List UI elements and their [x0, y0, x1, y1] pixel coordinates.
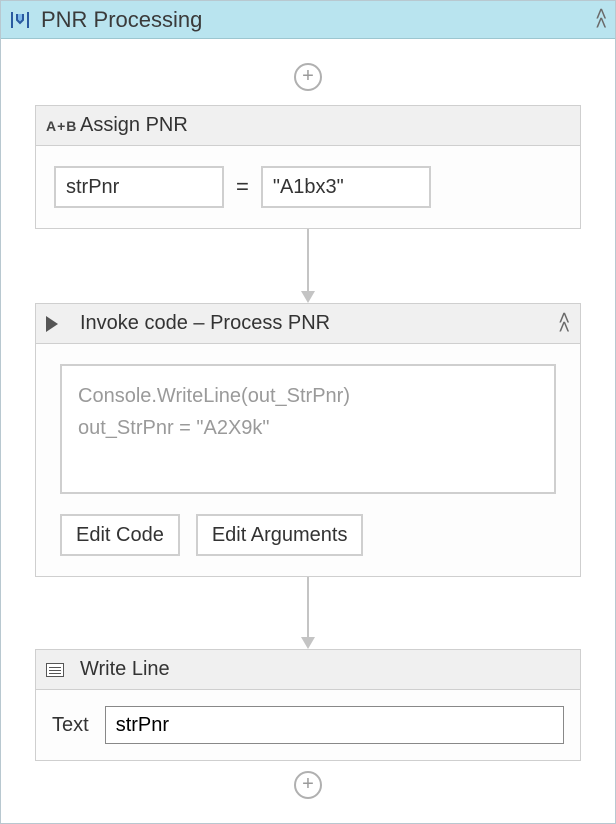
write-line-text-label: Text	[52, 714, 89, 737]
sequence-container: PNR Processing ˄˄ + A+B Assign PNR =	[0, 0, 616, 824]
write-line-title: Write Line	[80, 658, 570, 681]
sequence-header[interactable]: PNR Processing ˄˄	[1, 1, 615, 39]
collapse-header-icon[interactable]: ˄˄	[595, 11, 607, 29]
write-line-text-input[interactable]	[105, 706, 564, 744]
assign-body: =	[36, 146, 580, 228]
play-icon	[46, 316, 74, 332]
assign-activity-title: Assign PNR	[80, 114, 570, 137]
assign-icon: A+B	[46, 118, 74, 134]
code-preview[interactable]: Console.WriteLine(out_StrPnr) out_StrPnr…	[60, 364, 556, 494]
flow-arrow	[301, 577, 315, 649]
invoke-code-title: Invoke code – Process PNR	[80, 312, 558, 335]
invoke-code-header[interactable]: Invoke code – Process PNR ˄˄	[36, 304, 580, 344]
write-line-activity[interactable]: Write Line Text	[35, 649, 581, 761]
write-line-body: Text	[36, 690, 580, 760]
add-activity-top-button[interactable]: +	[294, 63, 322, 91]
invoke-code-activity[interactable]: Invoke code – Process PNR ˄˄ Console.Wri…	[35, 303, 581, 577]
assign-activity-header[interactable]: A+B Assign PNR	[36, 106, 580, 146]
equals-sign: =	[234, 174, 251, 200]
edit-arguments-button[interactable]: Edit Arguments	[196, 514, 364, 556]
add-activity-bottom-button[interactable]: +	[294, 771, 322, 799]
sequence-icon	[9, 9, 31, 31]
assign-variable-input[interactable]	[54, 166, 224, 208]
invoke-buttons-row: Edit Code Edit Arguments	[60, 514, 556, 556]
edit-code-button[interactable]: Edit Code	[60, 514, 180, 556]
assign-value-input[interactable]	[261, 166, 431, 208]
flow-arrow	[301, 229, 315, 303]
invoke-code-body: Console.WriteLine(out_StrPnr) out_StrPnr…	[36, 344, 580, 576]
sequence-body: + A+B Assign PNR = Invoke code – Process…	[1, 39, 615, 823]
collapse-invoke-icon[interactable]: ˄˄	[558, 315, 570, 333]
sequence-title: PNR Processing	[41, 7, 595, 33]
write-line-header[interactable]: Write Line	[36, 650, 580, 690]
assign-activity[interactable]: A+B Assign PNR =	[35, 105, 581, 229]
writeline-icon	[46, 663, 74, 677]
